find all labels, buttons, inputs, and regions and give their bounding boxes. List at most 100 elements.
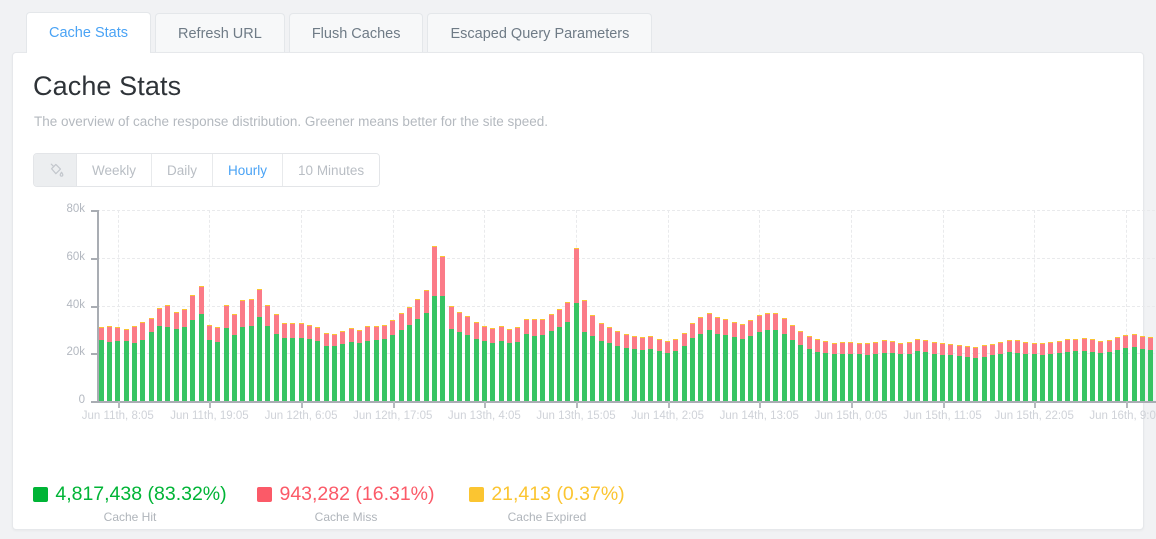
chart-bar[interactable] (623, 333, 629, 401)
chart-bar[interactable] (148, 317, 154, 401)
tab-flush-caches[interactable]: Flush Caches (288, 13, 424, 53)
chart-bar[interactable] (206, 324, 212, 401)
chart-bar[interactable] (898, 342, 904, 401)
chart-bar[interactable] (415, 299, 421, 401)
chart-bar[interactable] (490, 328, 496, 401)
chart-bar[interactable] (1090, 339, 1096, 401)
chart-bar[interactable] (1115, 337, 1120, 401)
legend-item[interactable]: 21,413 (0.37%) Cache Expired (387, 483, 707, 524)
chart-bar[interactable] (123, 328, 129, 401)
chart-bar[interactable] (631, 336, 637, 401)
chart-bar[interactable] (923, 339, 929, 401)
chart-bar[interactable] (1056, 340, 1062, 401)
chart-bar[interactable] (498, 325, 504, 401)
chart-bar[interactable] (573, 247, 579, 401)
chart-bar[interactable] (848, 341, 854, 401)
chart-bar[interactable] (998, 341, 1004, 401)
chart-bar[interactable] (615, 331, 621, 401)
chart-bar[interactable] (190, 294, 196, 401)
chart-bar[interactable] (815, 339, 821, 401)
chart-bar[interactable] (481, 325, 487, 401)
chart-bar[interactable] (531, 319, 537, 401)
tab-refresh-url[interactable]: Refresh URL (155, 13, 285, 53)
chart-bar[interactable] (1140, 335, 1145, 401)
chart-bar[interactable] (406, 306, 412, 401)
chart-bar[interactable] (906, 341, 912, 401)
chart-bar[interactable] (131, 326, 137, 401)
chart-bar[interactable] (365, 326, 371, 401)
chart-bar[interactable] (940, 343, 946, 401)
chart-bar[interactable] (356, 330, 362, 401)
chart-bar[interactable] (1098, 340, 1104, 401)
chart-bar[interactable] (115, 327, 121, 401)
chart-bar[interactable] (690, 322, 696, 401)
chart-bar[interactable] (173, 312, 179, 401)
chart-bar[interactable] (1031, 342, 1037, 401)
chart-bar[interactable] (165, 304, 171, 401)
chart-bar[interactable] (565, 302, 571, 401)
chart-bar[interactable] (673, 339, 679, 401)
chart-bar[interactable] (856, 342, 862, 401)
chart-bar[interactable] (740, 324, 746, 401)
chart-bar[interactable] (281, 322, 287, 401)
chart-bar[interactable] (698, 317, 704, 401)
chart-bar[interactable] (140, 321, 146, 401)
chart-bar[interactable] (98, 327, 104, 401)
chart-bar[interactable] (781, 317, 787, 401)
chart-bar[interactable] (265, 305, 271, 401)
chart-bar[interactable] (390, 320, 396, 401)
chart-bar[interactable] (1006, 340, 1012, 401)
chart-bar[interactable] (556, 308, 562, 401)
chart-bar[interactable] (181, 309, 187, 401)
chart-bar[interactable] (290, 322, 296, 401)
chart-bar[interactable] (198, 286, 204, 401)
chart-bar[interactable] (298, 322, 304, 401)
chart-bar[interactable] (506, 328, 512, 401)
chart-bar[interactable] (1106, 339, 1112, 401)
chart-bar[interactable] (873, 342, 879, 401)
chart-bar[interactable] (331, 333, 337, 401)
chart-bar[interactable] (348, 328, 354, 401)
chart-bar[interactable] (948, 343, 954, 401)
chart-bar[interactable] (1148, 337, 1154, 401)
chart-bar[interactable] (731, 321, 737, 401)
chart-bar[interactable] (706, 312, 712, 401)
chart-bar[interactable] (715, 317, 721, 401)
chart-bar[interactable] (456, 311, 462, 401)
tab-escaped-query-parameters[interactable]: Escaped Query Parameters (427, 13, 653, 53)
chart-bar[interactable] (1065, 339, 1071, 401)
chart-bar[interactable] (540, 319, 546, 401)
chart-bar[interactable] (423, 290, 429, 401)
chart-bar[interactable] (956, 345, 962, 401)
chart-bar[interactable] (831, 342, 837, 401)
chart-bar[interactable] (1081, 337, 1087, 401)
chart-bar[interactable] (915, 338, 921, 401)
range-option-hourly[interactable]: Hourly (213, 154, 284, 186)
chart-bar[interactable] (890, 341, 896, 401)
chart-bar[interactable] (315, 326, 321, 401)
chart-bar[interactable] (756, 315, 762, 401)
chart-bar[interactable] (1015, 340, 1021, 401)
chart-bar[interactable] (881, 340, 887, 401)
chart-bar[interactable] (223, 305, 229, 401)
chart-bar[interactable] (273, 314, 279, 401)
chart-bar[interactable] (656, 338, 662, 401)
chart-bar[interactable] (681, 333, 687, 401)
chart-bar[interactable] (156, 308, 162, 401)
chart-bar[interactable] (1131, 333, 1137, 401)
chart-bar[interactable] (448, 306, 454, 401)
chart-bar[interactable] (798, 331, 804, 401)
chart-bar[interactable] (990, 343, 996, 401)
chart-bar[interactable] (590, 314, 596, 401)
chart-bar[interactable] (931, 341, 937, 401)
chart-bar[interactable] (790, 325, 796, 401)
chart-bar[interactable] (640, 337, 646, 401)
chart-bar[interactable] (765, 313, 771, 401)
chart-bar[interactable] (723, 319, 729, 401)
tab-cache-stats[interactable]: Cache Stats (26, 12, 151, 53)
chart-bar[interactable] (581, 299, 587, 401)
chart-bar[interactable] (981, 345, 987, 401)
chart-bar[interactable] (306, 324, 312, 401)
chart-bar[interactable] (548, 313, 554, 401)
range-option-10-minutes[interactable]: 10 Minutes (283, 154, 380, 186)
